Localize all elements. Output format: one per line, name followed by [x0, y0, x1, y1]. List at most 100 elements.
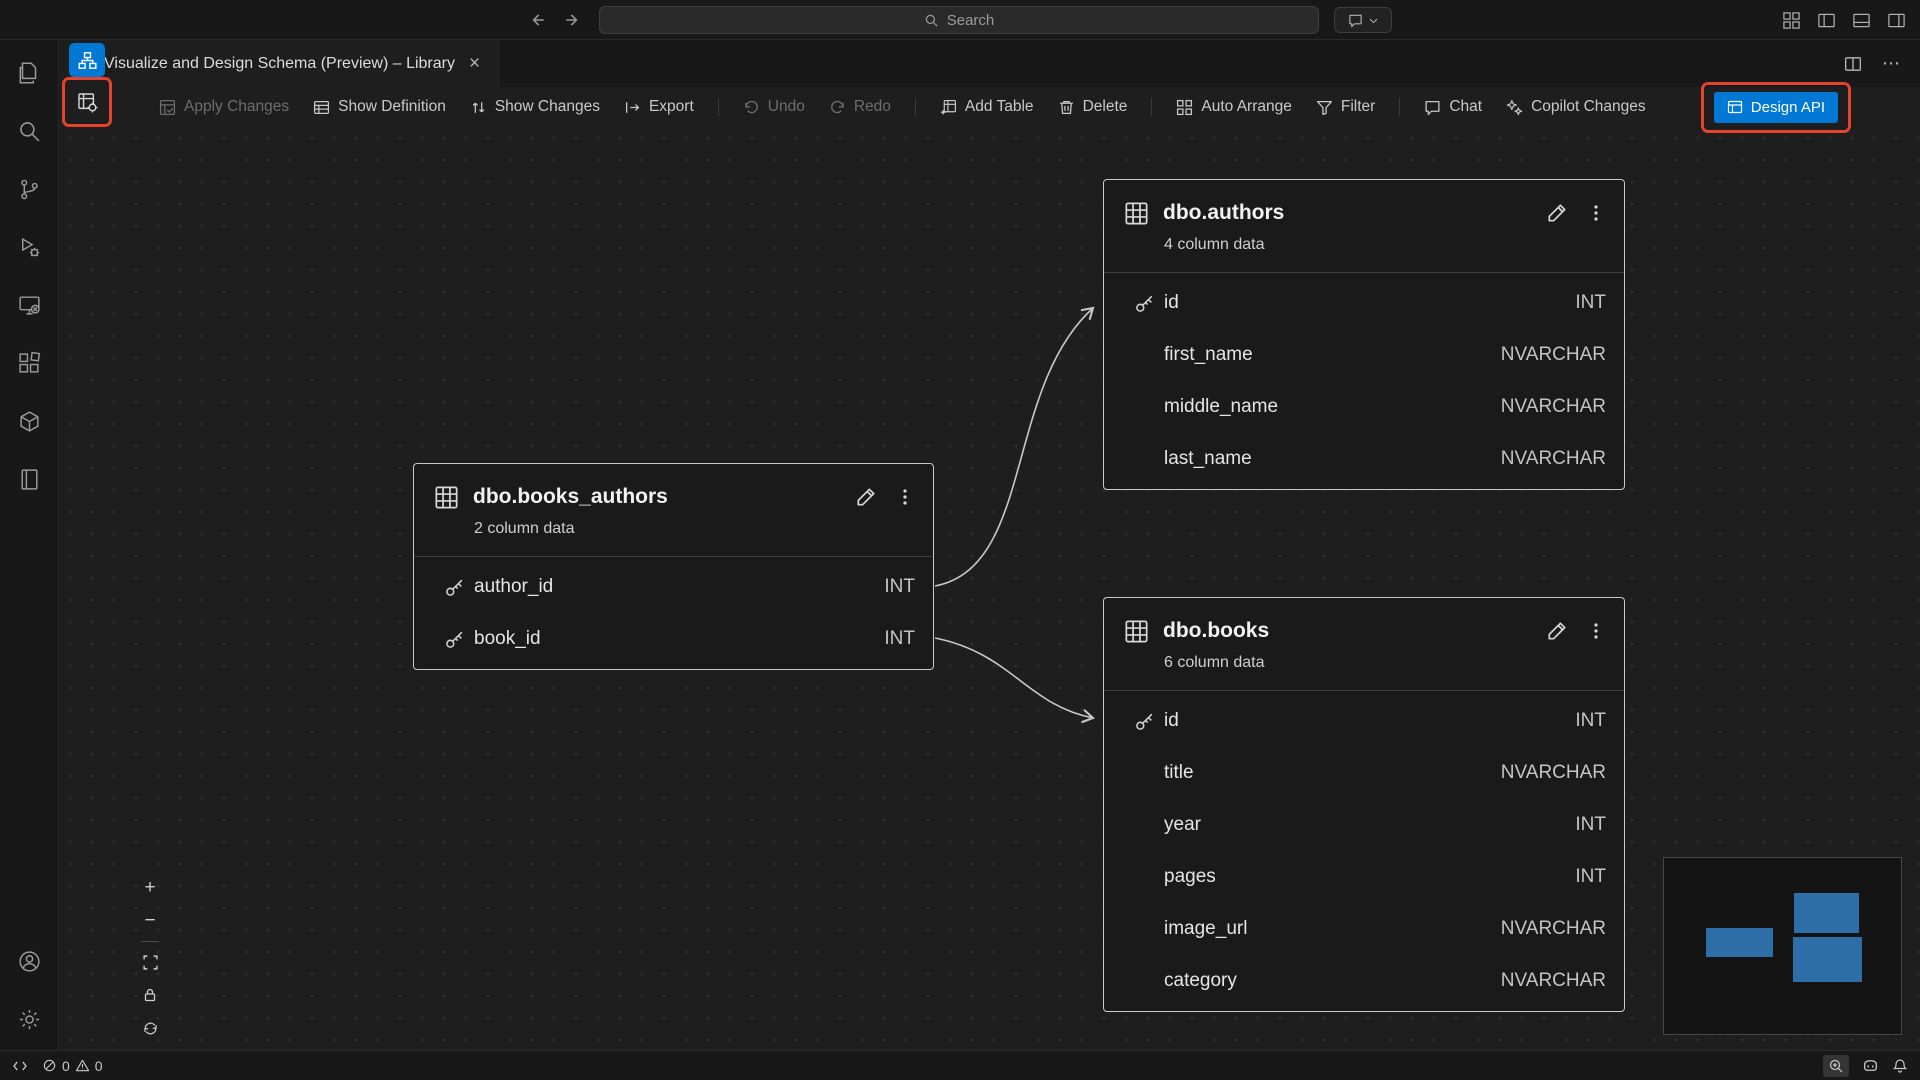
activity-account[interactable]	[0, 932, 58, 990]
activity-extensions[interactable]	[0, 334, 58, 392]
problems-indicator[interactable]: 0 0	[42, 1058, 103, 1074]
copilot-changes-button[interactable]: Copilot Changes	[1506, 98, 1646, 116]
toolbar-label: Auto Arrange	[1201, 98, 1291, 116]
activity-run-debug[interactable]	[0, 218, 58, 276]
column-row[interactable]: year INT	[1104, 799, 1624, 851]
table-menu-icon[interactable]	[893, 485, 917, 509]
edit-table-icon[interactable]	[852, 484, 879, 511]
copilot-menu-button[interactable]	[1334, 7, 1392, 33]
apply-changes-button[interactable]: Apply Changes	[159, 98, 289, 116]
toolbar-separator	[915, 98, 916, 116]
table-node-books-authors[interactable]: dbo.books_authors 2 column data author_i…	[413, 463, 934, 670]
chevron-down-icon	[1368, 15, 1379, 26]
zoom-in-button[interactable]: +	[137, 875, 163, 901]
search-input[interactable]: Search	[599, 6, 1319, 34]
toggle-panel-icon[interactable]	[1852, 11, 1871, 30]
column-type: NVARCHAR	[1501, 970, 1606, 992]
toolbar-label: Chat	[1449, 98, 1482, 116]
column-row[interactable]: id INT	[1104, 277, 1624, 329]
tab-strip: Visualize and Design Schema (Preview) – …	[59, 40, 1920, 87]
filter-button[interactable]: Filter	[1316, 98, 1375, 116]
zoom-out-button[interactable]: −	[137, 908, 163, 934]
split-editor-icon[interactable]	[1844, 55, 1862, 73]
customize-layout-icon[interactable]	[1782, 11, 1801, 30]
column-row[interactable]: title NVARCHAR	[1104, 747, 1624, 799]
tab-schema-designer[interactable]: Visualize and Design Schema (Preview) – …	[59, 40, 499, 87]
zoom-status-icon[interactable]	[1823, 1055, 1849, 1077]
extensions-icon	[17, 351, 42, 376]
show-definition-button[interactable]: Show Definition	[313, 98, 446, 116]
column-row[interactable]: book_id INT	[414, 613, 933, 665]
table-icon	[434, 485, 459, 510]
schema-visualize-button[interactable]	[69, 43, 105, 77]
toggle-secondary-sidebar-icon[interactable]	[1887, 11, 1906, 30]
column-row[interactable]: id INT	[1104, 695, 1624, 747]
auto-arrange-button[interactable]: Auto Arrange	[1176, 98, 1291, 116]
design-api-button[interactable]: Design API	[1714, 92, 1838, 123]
column-type: NVARCHAR	[1501, 918, 1606, 940]
primary-key-icon	[1124, 711, 1164, 732]
lock-button[interactable]	[137, 982, 163, 1008]
table-designer-button[interactable]	[69, 85, 105, 119]
activity-database-projects[interactable]	[0, 450, 58, 508]
refresh-button[interactable]	[137, 1015, 163, 1041]
primary-key-icon	[1124, 293, 1164, 314]
table-menu-icon[interactable]	[1584, 619, 1608, 643]
undo-button[interactable]: Undo	[743, 98, 805, 116]
column-row[interactable]: pages INT	[1104, 851, 1624, 903]
column-count-label: 6 column data	[1104, 650, 1624, 690]
activity-remote-explorer[interactable]	[0, 276, 58, 334]
column-row[interactable]: first_name NVARCHAR	[1104, 329, 1624, 381]
notifications-bell-icon[interactable]	[1892, 1058, 1908, 1074]
column-row[interactable]: image_url NVARCHAR	[1104, 903, 1624, 955]
activity-explorer[interactable]	[0, 44, 58, 102]
toolbar-label: Show Changes	[495, 98, 600, 116]
app-window: Search Visualize and Design	[0, 0, 1920, 1080]
toolbar-label: Show Definition	[338, 98, 446, 116]
export-button[interactable]: Export	[624, 98, 694, 116]
table-node-books[interactable]: dbo.books 6 column data id INT title NVA…	[1103, 597, 1625, 1012]
activity-database[interactable]	[0, 392, 58, 450]
nav-back-icon[interactable]	[528, 11, 546, 29]
activity-source-control[interactable]	[0, 160, 58, 218]
table-gear-icon	[77, 92, 98, 113]
activity-search[interactable]	[0, 102, 58, 160]
design-api-label: Design API	[1751, 99, 1825, 116]
delete-button[interactable]: Delete	[1058, 98, 1128, 116]
edit-table-icon[interactable]	[1543, 200, 1570, 227]
show-changes-button[interactable]: Show Changes	[470, 98, 600, 116]
errors-icon	[42, 1058, 57, 1073]
activity-settings[interactable]	[0, 990, 58, 1048]
schema-canvas[interactable]: dbo.books_authors 2 column data author_i…	[59, 127, 1920, 1050]
column-type: NVARCHAR	[1501, 448, 1606, 470]
column-row[interactable]: category NVARCHAR	[1104, 955, 1624, 1007]
column-row[interactable]: middle_name NVARCHAR	[1104, 381, 1624, 433]
more-actions-icon[interactable]: ⋯	[1882, 53, 1900, 74]
table-icon	[1124, 201, 1149, 226]
column-type: NVARCHAR	[1501, 762, 1606, 784]
table-menu-icon[interactable]	[1584, 201, 1608, 225]
column-name: image_url	[1164, 918, 1501, 940]
redo-button[interactable]: Redo	[829, 98, 891, 116]
apply-changes-icon	[159, 99, 176, 116]
tab-close-icon[interactable]: ×	[465, 52, 484, 75]
column-row[interactable]: author_id INT	[414, 561, 933, 613]
zoom-fit-button[interactable]	[137, 949, 163, 975]
table-node-authors[interactable]: dbo.authors 4 column data id INT first_n…	[1103, 179, 1625, 490]
add-table-icon	[940, 99, 957, 116]
chat-button[interactable]: Chat	[1424, 98, 1482, 116]
primary-key-icon	[434, 629, 474, 650]
table-name: dbo.books_authors	[473, 482, 838, 512]
toggle-sidebar-icon[interactable]	[1817, 11, 1836, 30]
add-table-button[interactable]: Add Table	[940, 98, 1034, 116]
edit-table-icon[interactable]	[1543, 618, 1570, 645]
copilot-status-icon[interactable]	[1862, 1057, 1879, 1074]
minimap-node-authors	[1794, 893, 1859, 933]
remote-indicator-icon[interactable]	[12, 1058, 28, 1074]
minimap[interactable]	[1663, 857, 1902, 1035]
trash-icon	[1058, 99, 1075, 116]
column-row[interactable]: last_name NVARCHAR	[1104, 433, 1624, 485]
column-name: category	[1164, 970, 1501, 992]
nav-forward-icon[interactable]	[564, 11, 582, 29]
redo-icon	[829, 99, 846, 116]
